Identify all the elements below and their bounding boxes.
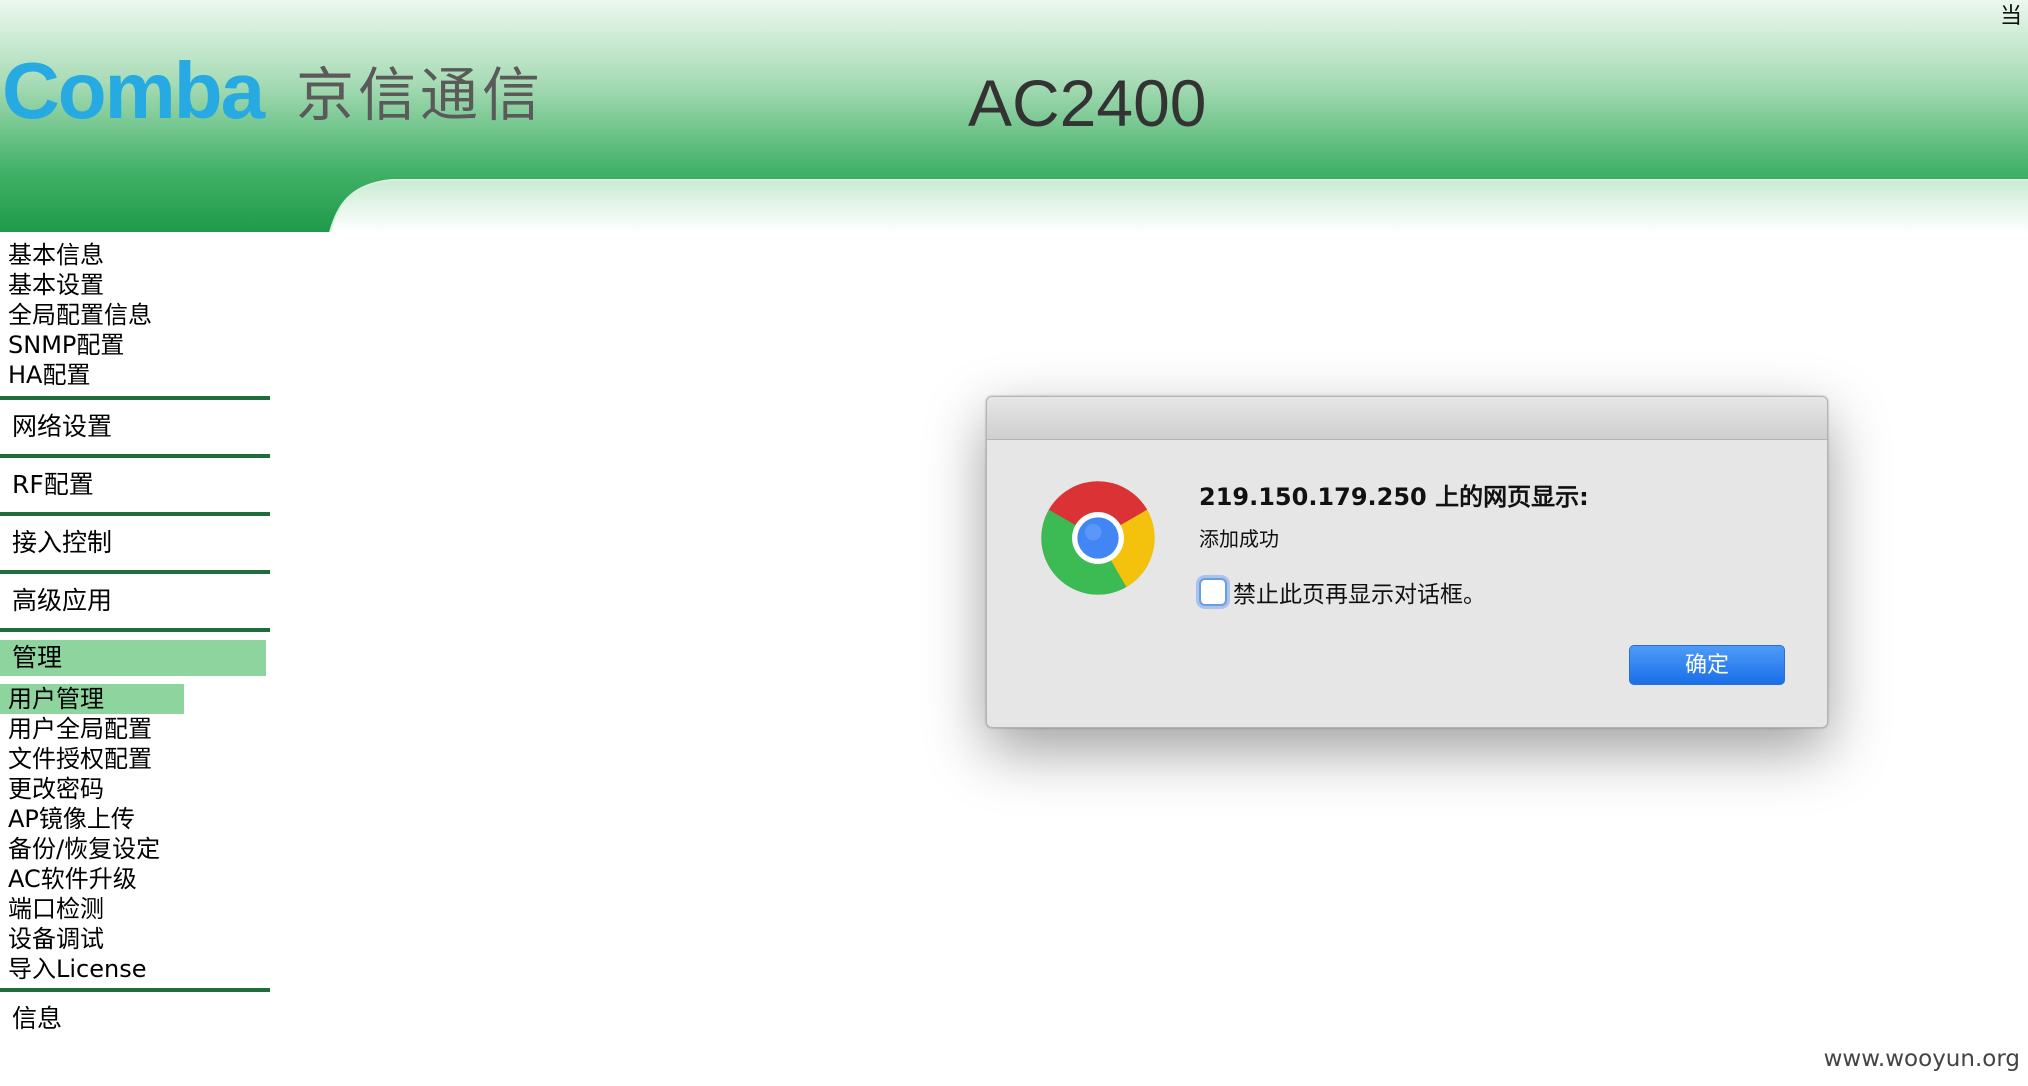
comba-logo: Comba bbox=[2, 52, 268, 132]
header-corner-text: 当 bbox=[1999, 4, 2022, 29]
chrome-icon bbox=[1041, 481, 1155, 595]
sidebar-item-global-config-info[interactable]: 全局配置信息 bbox=[8, 300, 272, 330]
ok-button[interactable]: 确定 bbox=[1629, 645, 1785, 685]
sidebar-item-file-license-config[interactable]: 文件授权配置 bbox=[8, 744, 272, 774]
suppress-dialogs-checkbox[interactable] bbox=[1199, 578, 1227, 606]
brand-name-cn: 京信通信 bbox=[296, 61, 545, 129]
page-header: Comba 京信通信 AC2400 当 bbox=[0, 0, 2028, 232]
sidebar-item-device-debug[interactable]: 设备调试 bbox=[8, 924, 272, 954]
watermark-text: www.wooyun.org bbox=[1823, 1046, 2020, 1072]
sidebar-item-basic-info[interactable]: 基本信息 bbox=[8, 240, 272, 270]
sidebar-section-network[interactable]: 网络设置 bbox=[0, 400, 272, 454]
menu-divider bbox=[0, 628, 270, 632]
sidebar-item-snmp-config[interactable]: SNMP配置 bbox=[8, 330, 272, 360]
sidebar-item-ha-config[interactable]: HA配置 bbox=[8, 360, 272, 390]
sidebar-section-advanced[interactable]: 高级应用 bbox=[0, 574, 272, 628]
sidebar-section-access-control[interactable]: 接入控制 bbox=[0, 516, 272, 570]
dialog-message: 添加成功 bbox=[1199, 527, 1279, 551]
dialog-titlebar[interactable] bbox=[987, 397, 1827, 440]
sidebar-item-backup-restore[interactable]: 备份/恢复设定 bbox=[8, 834, 272, 864]
dialog-heading: 219.150.179.250 上的网页显示: bbox=[1199, 483, 1589, 511]
sidebar-item-change-password[interactable]: 更改密码 bbox=[8, 774, 272, 804]
sidebar-item-ap-image-upload[interactable]: AP镜像上传 bbox=[8, 804, 272, 834]
sidebar-item-user-management[interactable]: 用户管理 bbox=[0, 684, 184, 714]
suppress-dialogs-option[interactable]: 禁止此页再显示对话框。 bbox=[1199, 575, 1486, 609]
sidebar-section-rf[interactable]: RF配置 bbox=[0, 458, 272, 512]
sidebar-section-info[interactable]: 信息 bbox=[0, 992, 272, 1046]
sidebar-item-user-global-config[interactable]: 用户全局配置 bbox=[8, 714, 272, 744]
product-title: AC2400 bbox=[968, 66, 1207, 140]
sidebar-item-ac-software-upgrade[interactable]: AC软件升级 bbox=[8, 864, 272, 894]
alert-dialog: 219.150.179.250 上的网页显示: 添加成功 禁止此页再显示对话框。… bbox=[986, 396, 1828, 728]
management-menu: 用户管理 用户全局配置 文件授权配置 更改密码 AP镜像上传 备份/恢复设定 A… bbox=[0, 684, 272, 984]
basic-menu: 基本信息 基本设置 全局配置信息 SNMP配置 HA配置 bbox=[0, 240, 272, 390]
sidebar-item-import-license[interactable]: 导入License bbox=[8, 954, 272, 984]
suppress-dialogs-label[interactable]: 禁止此页再显示对话框。 bbox=[1233, 575, 1486, 609]
sidebar-nav: 基本信息 基本设置 全局配置信息 SNMP配置 HA配置 网络设置 RF配置 接… bbox=[0, 240, 272, 1046]
sidebar-item-basic-settings[interactable]: 基本设置 bbox=[8, 270, 272, 300]
sidebar-item-port-detection[interactable]: 端口检测 bbox=[8, 894, 272, 924]
sidebar-section-management[interactable]: 管理 bbox=[0, 640, 266, 676]
comba-logo-text: Comba bbox=[2, 52, 266, 132]
